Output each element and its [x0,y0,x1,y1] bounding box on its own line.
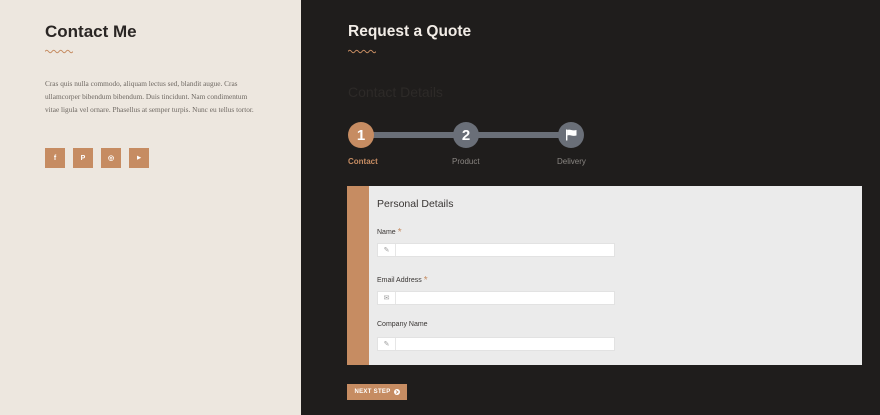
company-input[interactable] [396,338,614,350]
youtube-link[interactable]: ▶ [129,148,149,168]
title-underline-squiggle [45,49,73,54]
pinterest-link[interactable]: P [73,148,93,168]
required-marker: * [397,227,402,238]
step-2-number: 2 [461,126,471,144]
pencil-icon: ✎ [378,244,396,256]
contact-title: Contact Me [45,22,137,41]
name-input[interactable] [396,244,614,256]
contact-panel: Contact Me Cras quis nulla commodo, aliq… [0,0,301,415]
name-field[interactable]: ✎ [377,243,615,257]
personal-details-card: Personal Details Name * ✎ Email Address * … [347,186,862,365]
required-marker: * [423,275,428,286]
youtube-icon: ▶ [137,155,141,161]
name-label-text: Name [377,229,396,236]
step-3-label: Delivery [557,157,586,166]
instagram-link[interactable]: ◎ [101,148,121,168]
email-label-text: Email Address [377,277,422,284]
step-progress: 1 2 Contact Product Delivery [348,122,588,170]
pencil-icon: ✎ [378,338,396,350]
facebook-icon: f [53,154,57,162]
step-1-label: Contact [348,157,378,166]
step-2-circle[interactable]: 2 [453,122,479,148]
arrow-right-icon [393,389,400,395]
pinterest-icon: P [80,154,86,162]
title-underline-squiggle [348,49,376,54]
step-1-number: 1 [356,126,366,144]
facebook-link[interactable]: f [45,148,65,168]
step-3-circle[interactable] [558,122,584,148]
flag-icon [565,129,576,141]
step-2-label: Product [452,157,480,166]
name-label: Name * [377,226,402,238]
social-links: f P ◎ ▶ [45,148,149,168]
email-field[interactable]: ✉ [377,291,615,305]
quote-title: Request a Quote [348,23,472,40]
company-field[interactable]: ✎ [377,337,615,351]
next-step-button[interactable]: NEXT STEP [347,384,407,400]
instagram-icon: ◎ [107,155,115,162]
company-label-text: Company Name [377,321,428,328]
envelope-icon: ✉ [378,292,396,304]
contact-description: Cras quis nulla commodo, aliquam lectus … [45,79,254,114]
form-heading: Personal Details [377,198,454,210]
email-label: Email Address * [377,274,428,286]
next-step-label: NEXT STEP [354,389,391,395]
email-input[interactable] [396,292,614,304]
card-accent-bar [347,186,369,365]
company-label: Company Name [377,321,428,328]
quote-panel: Request a Quote Contact Details 1 2 Cont… [301,0,880,415]
section-title: Contact Details [348,84,443,100]
step-1-circle[interactable]: 1 [348,122,374,148]
